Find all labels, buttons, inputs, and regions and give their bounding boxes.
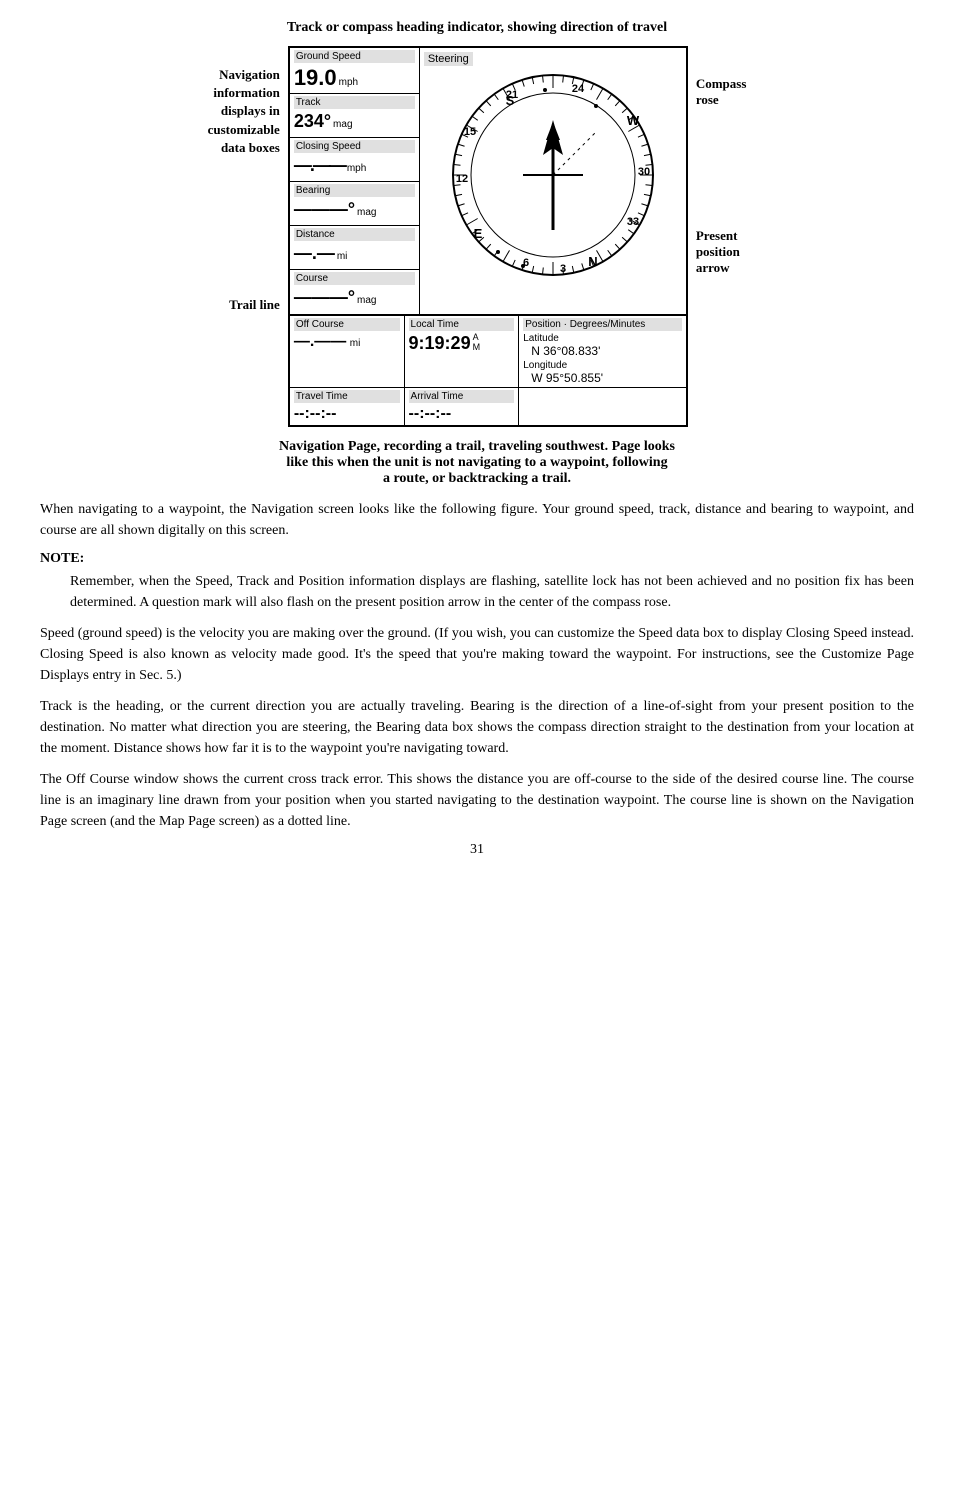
distance-box: Distance —.— mi [290, 226, 419, 270]
svg-text:24: 24 [572, 83, 585, 95]
off-course-value: —.—— [294, 333, 346, 350]
bearing-label: Bearing [294, 184, 415, 197]
position-label: Position · Degrees/Minutes [523, 318, 682, 331]
svg-text:S: S [505, 93, 514, 108]
longitude-label: Longitude [523, 360, 682, 371]
paragraph-5: The Off Course window shows the current … [40, 769, 914, 832]
track-value: 234° [294, 111, 331, 132]
steering-label: Steering [424, 52, 473, 66]
closing-speed-label: Closing Speed [294, 140, 415, 153]
page-number: 31 [40, 842, 914, 858]
course-unit: mag [357, 295, 376, 306]
arrival-time-box: Arrival Time --:--:-- [405, 388, 520, 425]
track-box: Track 234° mag [290, 94, 419, 138]
travel-time-box: Travel Time --:--:-- [290, 388, 405, 425]
svg-text:30: 30 [638, 166, 650, 178]
paragraph-3: Speed (ground speed) is the velocity you… [40, 623, 914, 686]
closing-speed-unit: mph [347, 163, 366, 174]
paragraph-1: When navigating to a waypoint, the Navig… [40, 499, 914, 541]
course-box: Course ———° mag [290, 270, 419, 314]
longitude-value: W 95°50.855' [531, 371, 682, 385]
device-screen: Ground Speed 19.0 mph Track 234° mag Clo… [288, 46, 688, 427]
note-heading: NOTE: [40, 551, 914, 567]
present-position-label: Presentpositionarrow [696, 228, 747, 276]
closing-speed-value: —.—— [294, 155, 345, 176]
svg-text:N: N [588, 254, 597, 269]
position-spacer [519, 388, 686, 425]
note-body: Remember, when the Speed, Track and Posi… [70, 571, 914, 613]
svg-text:33: 33 [627, 216, 639, 228]
latitude-value: N 36°08.833' [531, 344, 682, 358]
off-course-label: Off Course [294, 318, 400, 331]
arrival-time-value: --:--:-- [409, 405, 452, 422]
local-time-box: Local Time 9:19:29 AM [405, 316, 520, 387]
distance-label: Distance [294, 228, 415, 241]
latitude-label: Latitude [523, 333, 682, 344]
position-box: Position · Degrees/Minutes Latitude N 36… [519, 316, 686, 387]
bearing-value: ———° [294, 199, 355, 220]
paragraph-4: Track is the heading, or the current dir… [40, 696, 914, 759]
off-course-box: Off Course —.—— mi [290, 316, 405, 387]
ground-speed-box: Ground Speed 19.0 mph [290, 48, 419, 94]
compass-rose-label: Compassrose [696, 76, 747, 108]
svg-text:12: 12 [456, 173, 468, 185]
closing-speed-box: Closing Speed —.—— mph [290, 138, 419, 182]
local-time-value: 9:19:29 [409, 333, 471, 354]
course-label: Course [294, 272, 415, 285]
local-time-label: Local Time [409, 318, 515, 331]
page-header: Track or compass heading indicator, show… [40, 20, 914, 36]
svg-text:15: 15 [464, 126, 476, 138]
distance-value: —.— [294, 243, 335, 264]
track-unit: mag [333, 119, 352, 130]
ground-speed-label: Ground Speed [294, 50, 415, 63]
ground-speed-value: 19.0 [294, 65, 337, 91]
svg-text:3: 3 [560, 263, 566, 275]
nav-info-label: Navigationinformationdisplays incustomiz… [208, 66, 280, 157]
bearing-unit: mag [357, 207, 376, 218]
ground-speed-unit: mph [339, 77, 358, 88]
am-pm-indicator: AM [473, 333, 481, 353]
diagram-caption: Navigation Page, recording a trail, trav… [80, 439, 874, 487]
travel-time-value: --:--:-- [294, 405, 337, 422]
off-course-unit: mi [350, 338, 361, 349]
svg-text:W: W [627, 113, 640, 128]
bearing-box: Bearing ———° mag [290, 182, 419, 226]
trail-line-label: Trail line [229, 297, 280, 313]
course-value: ———° [294, 287, 355, 308]
distance-unit: mi [337, 251, 348, 262]
travel-time-label: Travel Time [294, 390, 400, 403]
track-label: Track [294, 96, 415, 109]
compass-rose-svg: 21 24 W 30 33 N 3 6 E [448, 70, 658, 280]
svg-text:E: E [473, 226, 482, 241]
arrival-time-label: Arrival Time [409, 390, 515, 403]
